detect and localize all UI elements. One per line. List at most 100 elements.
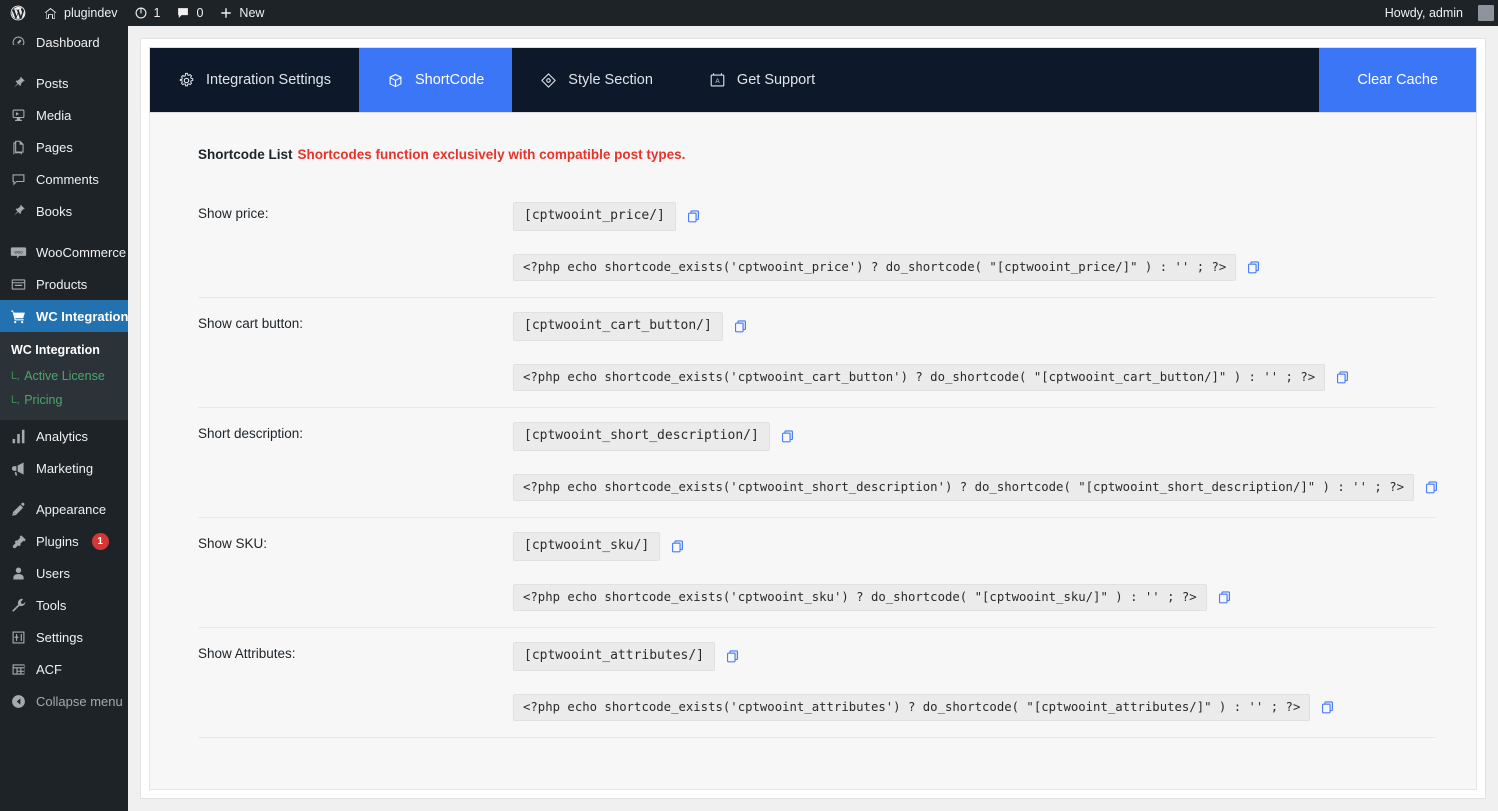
copy-icon[interactable] — [1246, 260, 1261, 275]
plugins-icon — [9, 532, 27, 550]
shortcode-row-fields: [cptwooint_price/] <?php echo shortcode_e… — [513, 202, 1436, 281]
products-icon — [9, 275, 27, 293]
tab-style-section[interactable]: Style Section — [512, 48, 681, 112]
updates-button[interactable]: 1 — [126, 0, 169, 26]
tab-get-support[interactable]: A Get Support — [681, 48, 843, 112]
pages-icon — [9, 138, 27, 156]
plus-icon — [219, 6, 233, 20]
php-snippet-line: <?php echo shortcode_exists('cptwooint_a… — [513, 694, 1436, 721]
sidebar-item-books[interactable]: Books — [0, 195, 128, 227]
sidebar-item-label: Pages — [36, 139, 73, 155]
sidebar-item-label: Dashboard — [36, 34, 100, 50]
submenu-item-active-license[interactable]: L, Active License — [0, 364, 128, 388]
site-name-button[interactable]: plugindev — [35, 0, 126, 26]
new-label: New — [239, 6, 265, 20]
sidebar-item-users[interactable]: Users — [0, 557, 128, 589]
shortcode-value[interactable]: [cptwooint_short_description/] — [513, 422, 770, 451]
shortcode-value[interactable]: [cptwooint_sku/] — [513, 532, 661, 561]
copy-icon[interactable] — [1217, 590, 1232, 605]
submenu-heading: WC Integration — [11, 343, 100, 357]
php-snippet-value[interactable]: <?php echo shortcode_exists('cptwooint_s… — [513, 584, 1207, 611]
tab-shortcode[interactable]: ShortCode — [358, 48, 513, 112]
shortcode-row-fields: [cptwooint_attributes/] <?php echo shortc… — [513, 642, 1436, 721]
shortcode-row-fields: [cptwooint_cart_button/] <?php echo short… — [513, 312, 1436, 391]
php-snippet-value[interactable]: <?php echo shortcode_exists('cptwooint_s… — [513, 474, 1414, 501]
comments-icon — [9, 170, 27, 188]
sidebar-separator — [0, 58, 128, 67]
sidebar-item-appearance[interactable]: Appearance — [0, 493, 128, 525]
svg-text:woo: woo — [14, 249, 23, 254]
php-snippet-line: <?php echo shortcode_exists('cptwooint_c… — [513, 364, 1436, 391]
sidebar-item-label: Collapse menu — [36, 693, 123, 709]
table-row: Show price: [cptwooint_price/] <?php echo … — [198, 188, 1436, 298]
sidebar-item-wc-integration[interactable]: WC Integration — [0, 300, 136, 332]
wordpress-logo-icon — [10, 5, 26, 21]
sidebar-item-label: Appearance — [36, 501, 107, 517]
shortcode-value[interactable]: [cptwooint_cart_button/] — [513, 312, 723, 341]
collapse-icon — [9, 692, 27, 710]
copy-icon[interactable] — [780, 429, 795, 444]
sidebar-item-products[interactable]: Products — [0, 268, 128, 300]
sidebar-item-label: Posts — [36, 75, 69, 91]
table-row: Show cart button: [cptwooint_cart_button/… — [198, 298, 1436, 408]
copy-icon[interactable] — [725, 649, 740, 664]
clear-cache-label: Clear Cache — [1357, 72, 1438, 88]
tab-bar: Integration Settings ShortCode Style Secti… — [149, 47, 1477, 113]
sidebar-item-posts[interactable]: Posts — [0, 67, 128, 99]
shortcode-line: [cptwooint_price/] — [513, 202, 1436, 231]
admin-bar: plugindev 1 0 New Howdy, admin — [0, 0, 1498, 26]
sidebar-item-tools[interactable]: Tools — [0, 589, 128, 621]
pin-icon — [9, 74, 27, 92]
sidebar-item-acf[interactable]: ACF — [0, 653, 128, 685]
copy-icon[interactable] — [670, 539, 685, 554]
copy-icon[interactable] — [1424, 480, 1439, 495]
copy-icon[interactable] — [733, 319, 748, 334]
updates-count: 1 — [153, 6, 161, 20]
tab-integration-settings[interactable]: Integration Settings — [150, 48, 359, 112]
shortcode-line: [cptwooint_cart_button/] — [513, 312, 1436, 341]
comments-button[interactable]: 0 — [168, 0, 211, 26]
shortcode-panel: Integration Settings ShortCode Style Secti… — [140, 38, 1486, 799]
shortcode-value[interactable]: [cptwooint_attributes/] — [513, 642, 716, 671]
php-snippet-value[interactable]: <?php echo shortcode_exists('cptwooint_a… — [513, 694, 1311, 721]
sidebar-item-label: Tools — [36, 597, 67, 613]
sidebar-item-analytics[interactable]: Analytics — [0, 420, 128, 452]
sidebar-item-label: Analytics — [36, 428, 89, 444]
acf-icon — [9, 660, 27, 678]
shortcode-value[interactable]: [cptwooint_price/] — [513, 202, 676, 231]
cube-icon — [387, 72, 404, 89]
my-account-button[interactable]: Howdy, admin — [1377, 0, 1471, 26]
new-content-button[interactable]: New — [211, 0, 272, 26]
comments-icon — [176, 6, 190, 20]
sidebar-item-label: WC Integration — [36, 308, 129, 324]
sidebar-item-plugins[interactable]: Plugins 1 — [0, 525, 128, 557]
gear-icon — [178, 72, 195, 89]
submenu-item-label: Active License — [24, 369, 105, 383]
support-card-icon: A — [709, 72, 726, 89]
pin-icon — [9, 202, 27, 220]
media-icon — [9, 106, 27, 124]
sidebar-item-pages[interactable]: Pages — [0, 131, 128, 163]
sidebar-item-dashboard[interactable]: Dashboard — [0, 26, 128, 58]
tab-label: Integration Settings — [206, 72, 331, 88]
sidebar-item-badge: 1 — [91, 532, 109, 550]
sidebar-item-marketing[interactable]: Marketing — [0, 452, 128, 484]
sidebar-item-woocommerce[interactable]: woo WooCommerce — [0, 236, 128, 268]
comments-count: 0 — [196, 6, 204, 20]
sidebar-item-settings[interactable]: Settings — [0, 621, 128, 653]
clear-cache-button[interactable]: Clear Cache — [1319, 48, 1476, 112]
sidebar-item-comments[interactable]: Comments — [0, 163, 128, 195]
php-snippet-value[interactable]: <?php echo shortcode_exists('cptwooint_p… — [513, 254, 1237, 281]
copy-icon[interactable] — [1335, 370, 1350, 385]
copy-icon[interactable] — [686, 209, 701, 224]
cart-icon — [9, 307, 27, 325]
sidebar-item-label: Media — [36, 107, 72, 123]
sidebar-item-label: Marketing — [36, 460, 94, 476]
wordpress-logo-button[interactable] — [0, 0, 35, 26]
submenu-item-pricing[interactable]: L, Pricing — [0, 388, 128, 412]
copy-icon[interactable] — [1320, 700, 1335, 715]
sidebar-item-collapse-menu[interactable]: Collapse menu — [0, 685, 128, 717]
marketing-icon — [9, 459, 27, 477]
php-snippet-value[interactable]: <?php echo shortcode_exists('cptwooint_c… — [513, 364, 1326, 391]
sidebar-item-media[interactable]: Media — [0, 99, 128, 131]
